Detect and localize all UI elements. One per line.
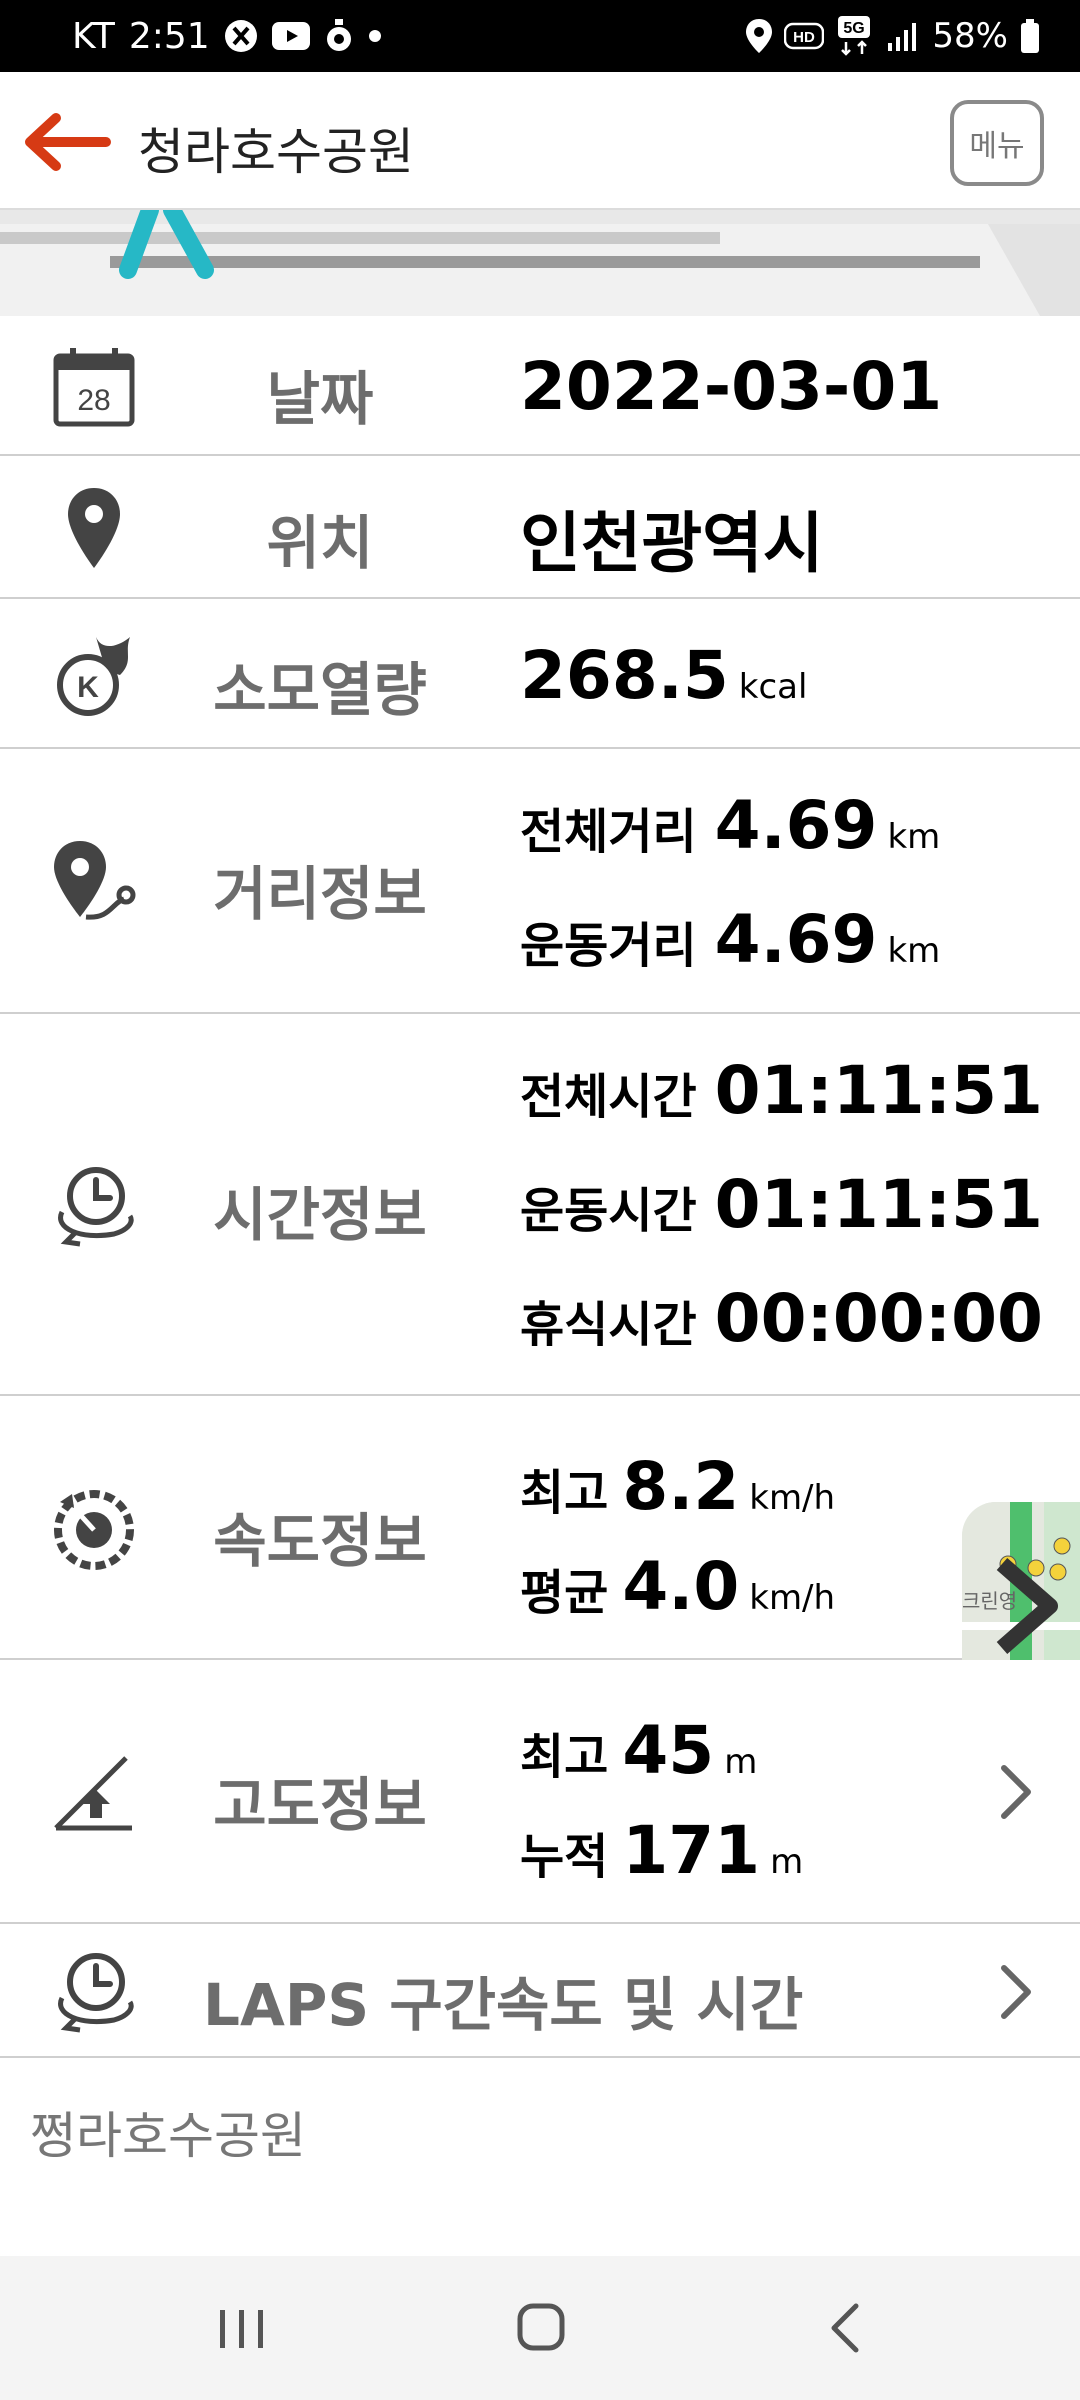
altitude-row[interactable]: 고도정보 최고 45 m 누적 171 m	[0, 1660, 1080, 1924]
distance-label: 거리정보	[213, 860, 427, 928]
cumulative-altitude-unit: m	[770, 1842, 804, 1882]
status-left: KT 2:51	[72, 0, 382, 72]
app-header: 청라호수공원 메뉴	[0, 72, 1080, 210]
max-altitude-line: 최고 45 m	[520, 1712, 757, 1789]
home-icon	[517, 2303, 565, 2351]
laps-clock-icon	[50, 1946, 138, 2034]
date-value: 2022-03-01	[520, 348, 943, 425]
location-label: 위치	[266, 509, 374, 577]
max-speed-unit: km/h	[749, 1478, 836, 1518]
calendar-icon: 28	[50, 342, 138, 430]
location-pin-icon	[50, 484, 138, 572]
speed-label: 속도정보	[213, 1507, 427, 1575]
youtube-icon	[271, 22, 310, 50]
speed-row[interactable]: 속도정보 최고 8.2 km/h 평균 4.0 km/h	[0, 1396, 1080, 1660]
dot-icon	[368, 29, 382, 43]
map-text-top: 크린영	[962, 1590, 1017, 1613]
calories-label: 소모열량	[213, 656, 427, 724]
location-value: 인천광역시	[520, 505, 824, 582]
exercise-time-label: 운동시간	[520, 1183, 697, 1239]
time-label: 시간정보	[213, 1181, 427, 1249]
total-distance-value: 4.69	[714, 787, 878, 864]
avg-speed-unit: km/h	[749, 1578, 836, 1618]
time-row: 시간정보 전체시간 01:11:51 운동시간 01:11:51 휴식시간 00…	[0, 1014, 1080, 1396]
exercise-distance-value: 4.69	[714, 901, 878, 978]
laps-row[interactable]: LAPS 구간속도 및 시간	[0, 1924, 1080, 2058]
calorie-badge-text: K	[77, 671, 99, 704]
battery-percent: 58%	[932, 16, 1008, 56]
altitude-slope-icon	[50, 1748, 138, 1836]
avg-speed-value: 4.0	[622, 1548, 740, 1625]
total-time-line: 전체시간 01:11:51	[520, 1052, 1043, 1129]
calorie-flame-icon: K	[50, 631, 138, 719]
speedometer-icon	[50, 1484, 138, 1572]
calendar-day-text: 28	[77, 384, 110, 417]
exercise-time-line: 운동시간 01:11:51	[520, 1166, 1043, 1243]
total-time-label: 전체시간	[520, 1069, 697, 1125]
avg-speed-label: 평균	[520, 1565, 609, 1621]
laps-label: LAPS 구간속도 및 시간	[203, 1971, 804, 2039]
carrier-text: KT	[72, 15, 115, 57]
altitude-label: 고도정보	[213, 1771, 427, 1839]
exercise-time-value: 01:11:51	[714, 1166, 1043, 1243]
system-nav-bar	[0, 2256, 1080, 2400]
clock-loop-icon	[50, 1160, 138, 1248]
max-altitude-label: 최고	[520, 1729, 609, 1785]
max-speed-label: 최고	[520, 1465, 609, 1521]
signal-icon	[886, 21, 920, 51]
date-row: 28 날짜 2022-03-01	[0, 316, 1080, 456]
status-bar: KT 2:51 HD 5G 58%	[0, 0, 1080, 72]
recents-button[interactable]	[202, 2298, 282, 2358]
total-time-value: 01:11:51	[714, 1052, 1043, 1129]
page-title: 청라호수공원	[138, 123, 414, 181]
location-icon	[746, 19, 773, 53]
back-icon	[831, 2303, 859, 2353]
header-banner-graphic	[0, 210, 1080, 316]
exercise-distance-line: 운동거리 4.69 km	[520, 901, 940, 978]
location-row: 위치 인천광역시	[0, 456, 1080, 599]
rest-time-value: 00:00:00	[714, 1280, 1043, 1357]
5g-text: 5G	[844, 20, 865, 37]
status-right: HD 5G 58%	[746, 0, 1040, 72]
menu-button[interactable]: 메뉴	[950, 100, 1044, 186]
max-speed-line: 최고 8.2 km/h	[520, 1448, 835, 1525]
calories-value-line: 268.5 kcal	[520, 637, 807, 714]
exercise-distance-label: 운동거리	[520, 918, 697, 974]
runner-app-icon	[324, 19, 354, 53]
total-distance-label: 전체거리	[520, 804, 697, 860]
hd-voice-icon: HD	[784, 21, 825, 51]
5g-icon: 5G	[836, 16, 874, 56]
rest-time-label: 휴식시간	[520, 1297, 697, 1353]
date-label: 날짜	[266, 365, 374, 433]
total-distance-unit: km	[887, 817, 941, 857]
route-pin-icon	[50, 837, 138, 925]
cumulative-altitude-value: 171	[622, 1812, 761, 1889]
x-app-icon	[224, 19, 258, 53]
back-arrow-icon	[25, 113, 111, 171]
cumulative-altitude-line: 누적 171 m	[520, 1812, 803, 1889]
cumulative-altitude-label: 누적	[520, 1829, 609, 1885]
recents-icon	[220, 2310, 263, 2348]
rest-time-line: 휴식시간 00:00:00	[520, 1280, 1043, 1357]
distance-row: 거리정보 전체거리 4.69 km 운동거리 4.69 km	[0, 749, 1080, 1014]
calories-row: K 소모열량 268.5 kcal	[0, 599, 1080, 749]
total-distance-line: 전체거리 4.69 km	[520, 787, 940, 864]
hd-text: HD	[794, 29, 816, 46]
max-altitude-value: 45	[622, 1712, 715, 1789]
max-altitude-unit: m	[724, 1742, 758, 1782]
exercise-distance-unit: km	[887, 931, 941, 971]
home-button[interactable]	[500, 2298, 580, 2358]
calories-value: 268.5	[520, 637, 729, 714]
memo-text: 쩡라호수공원	[30, 2107, 306, 2165]
back-arrow-button[interactable]	[22, 112, 112, 172]
laps-chevron-right-icon	[1001, 1965, 1031, 2019]
back-button[interactable]	[806, 2298, 886, 2358]
max-speed-value: 8.2	[622, 1448, 740, 1525]
clock-text: 2:51	[128, 15, 210, 57]
calories-unit: kcal	[738, 667, 808, 707]
battery-icon	[1020, 19, 1040, 53]
avg-speed-line: 평균 4.0 km/h	[520, 1548, 835, 1625]
chevron-right-icon	[1001, 1765, 1031, 1819]
